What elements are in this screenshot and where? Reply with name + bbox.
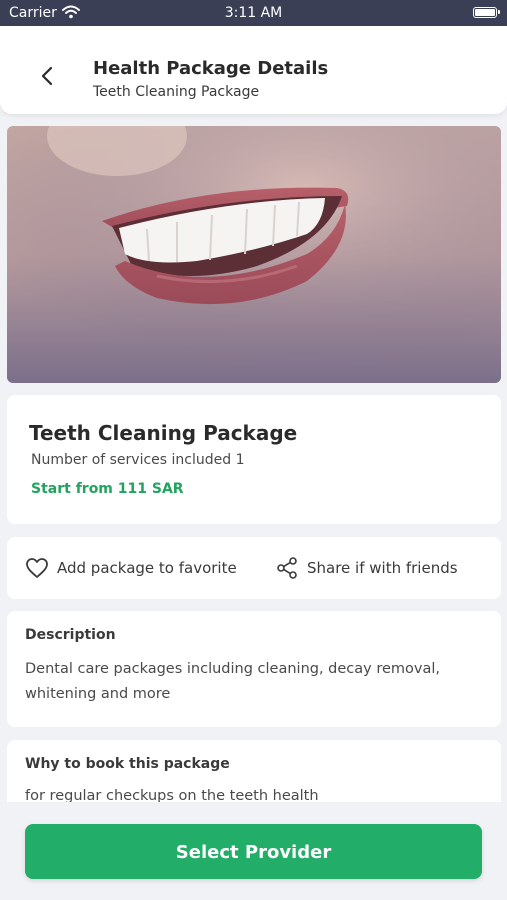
share-label: Share if with friends <box>307 559 458 577</box>
clock: 3:11 AM <box>224 5 283 21</box>
package-image <box>7 126 501 383</box>
heart-icon <box>26 558 48 578</box>
description-text: Dental care packages including cleaning,… <box>25 661 441 702</box>
package-info-card: Teeth Cleaning Package Number of service… <box>7 395 501 524</box>
status-bar: Carrier 3:11 AM <box>0 0 507 26</box>
chevron-left-icon <box>41 66 53 86</box>
battery-icon <box>473 7 500 18</box>
page-subtitle: Teeth Cleaning Package <box>93 84 260 100</box>
share-button[interactable]: Share if with friends <box>275 537 458 599</box>
app-header: Health Package Details Teeth Cleaning Pa… <box>0 26 507 114</box>
select-provider-button[interactable]: Select Provider <box>25 824 482 879</box>
package-name: Teeth Cleaning Package <box>29 421 298 445</box>
actions-card: Add package to favorite Share if with fr… <box>7 537 501 599</box>
add-favorite-label: Add package to favorite <box>57 559 237 577</box>
services-count: Number of services included 1 <box>31 452 245 468</box>
back-button[interactable] <box>36 64 60 88</box>
description-card: Description Dental care packages includi… <box>7 611 501 727</box>
why-book-card: Why to book this package for regular che… <box>7 740 501 810</box>
why-book-title: Why to book this package <box>25 756 230 772</box>
description-title: Description <box>25 627 116 643</box>
share-icon <box>277 557 297 579</box>
package-price: Start from 111 SAR <box>31 481 184 497</box>
page-title: Health Package Details <box>93 58 329 79</box>
add-favorite-button[interactable]: Add package to favorite <box>25 537 237 599</box>
